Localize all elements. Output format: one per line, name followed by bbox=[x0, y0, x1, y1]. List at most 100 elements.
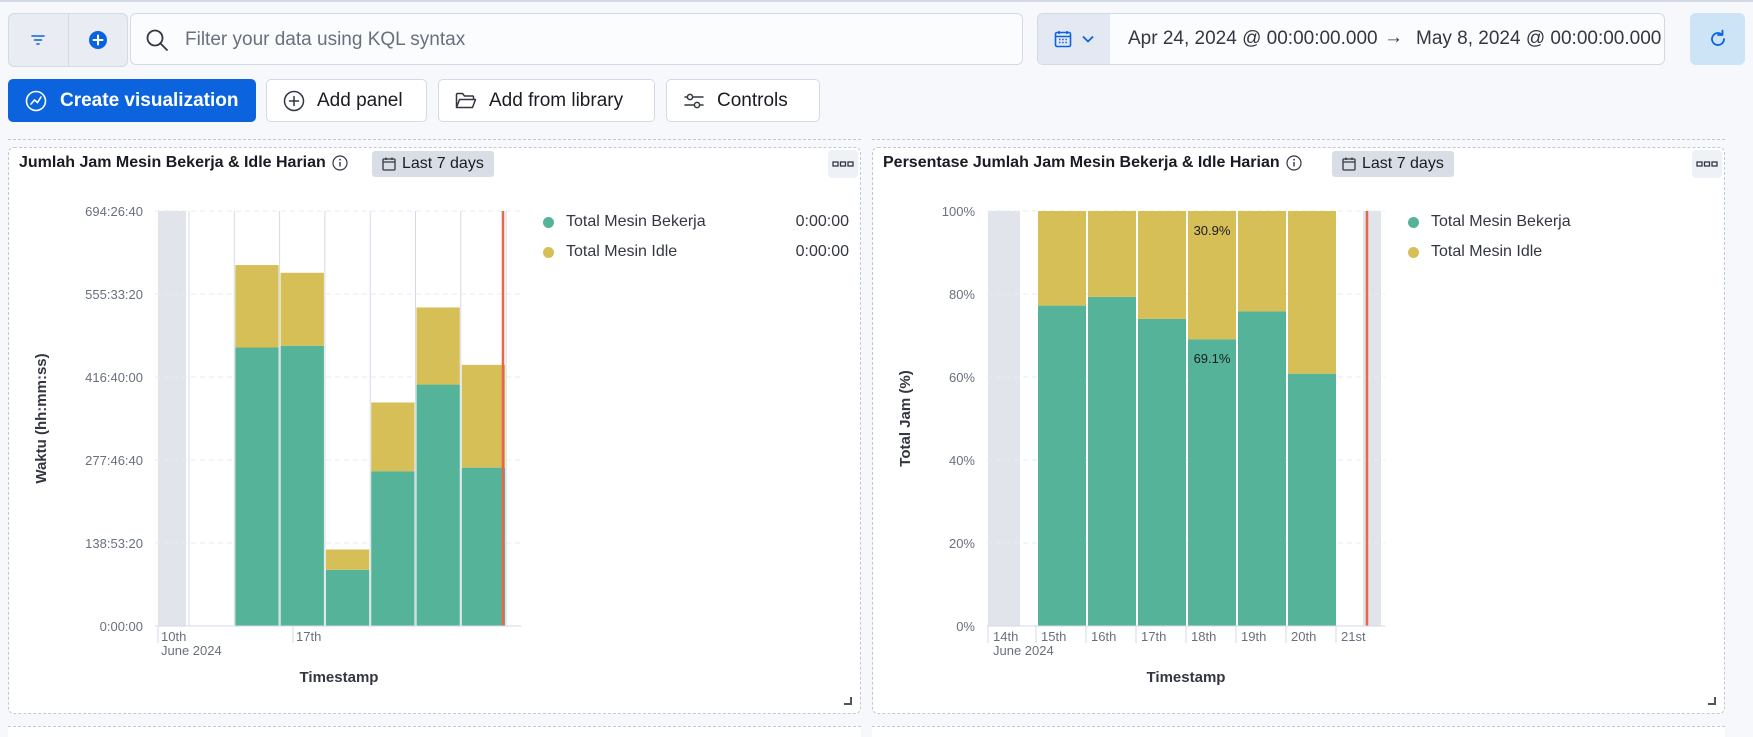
legend-swatch-working bbox=[543, 216, 554, 228]
legend-label: Total Mesin Idle bbox=[566, 243, 678, 260]
y-tick-label: 416:40:00 bbox=[85, 370, 143, 385]
panel-above-left-edge bbox=[8, 131, 861, 140]
x-tick-label: 21st bbox=[1341, 629, 1366, 644]
x-tick-label: 10th bbox=[161, 629, 186, 644]
shaded-range bbox=[988, 211, 1020, 626]
start-date[interactable]: Apr 24, 2024 @ 00:00:00.000 bbox=[1128, 28, 1378, 50]
controls-label: Controls bbox=[717, 89, 788, 111]
quick-menu-button[interactable] bbox=[1038, 14, 1110, 64]
x-tick-label: 19th bbox=[1241, 629, 1266, 644]
legend-value: 0:00:00 bbox=[795, 243, 849, 260]
add-filter-button[interactable] bbox=[67, 14, 128, 66]
bar-working bbox=[1138, 318, 1186, 626]
x-tick-label: 14th bbox=[993, 629, 1018, 644]
chevron-down-icon bbox=[1082, 35, 1094, 43]
chart-hours: 0:00:00 138:53:20 277:46:40 416:40:00 555:33… bbox=[33, 204, 521, 686]
data-label: 69.1% bbox=[1194, 351, 1231, 366]
bar-working bbox=[461, 467, 506, 626]
x-tick-sublabel: June 2024 bbox=[161, 643, 222, 658]
bar-idle bbox=[1088, 211, 1136, 297]
boxes-horizontal-icon bbox=[1696, 161, 1718, 167]
legend-item-working[interactable]: Total Mesin Bekerja 0:00:00 bbox=[543, 207, 849, 237]
y-axis-title: Waktu (hh:mm:ss) bbox=[33, 353, 50, 483]
bar-idle bbox=[1288, 211, 1336, 374]
bar-working bbox=[1188, 339, 1236, 626]
bar-working bbox=[416, 384, 460, 626]
x-tick-label: 15th bbox=[1041, 629, 1066, 644]
arrow-right-icon: → bbox=[1384, 27, 1403, 48]
bar-idle bbox=[416, 307, 460, 385]
y-tick-label: 555:33:20 bbox=[85, 287, 143, 302]
bar-idle bbox=[461, 364, 506, 468]
create-visualization-label: Create visualization bbox=[60, 89, 239, 111]
add-panel-label: Add panel bbox=[317, 89, 403, 111]
add-panel-button[interactable]: Add panel bbox=[266, 79, 427, 122]
y-tick-label: 138:53:20 bbox=[85, 536, 143, 551]
filter-menu-button[interactable] bbox=[9, 14, 68, 66]
folder-open-icon bbox=[455, 92, 477, 108]
legend-label: Total Mesin Bekerja bbox=[1431, 213, 1571, 230]
y-tick-label: 80% bbox=[949, 287, 975, 302]
date-picker: Apr 24, 2024 @ 00:00:00.000 → May 8, 202… bbox=[1037, 13, 1665, 65]
bar-idle bbox=[1138, 211, 1186, 319]
y-tick-label: 60% bbox=[949, 370, 975, 385]
bar-working bbox=[1238, 311, 1286, 626]
shaded-range bbox=[1363, 211, 1381, 626]
y-tick-label: 694:26:40 bbox=[85, 204, 143, 219]
panel-options-button[interactable] bbox=[828, 150, 858, 178]
bar-idle bbox=[1038, 211, 1086, 306]
visualize-app-icon bbox=[25, 90, 47, 111]
add-from-library-button[interactable]: Add from library bbox=[438, 79, 655, 122]
bar-working bbox=[1088, 296, 1136, 626]
y-tick-label: 0:00:00 bbox=[100, 619, 143, 634]
end-date[interactable]: May 8, 2024 @ 00:00:00.000 bbox=[1416, 28, 1661, 50]
resize-handle[interactable] bbox=[844, 697, 852, 705]
x-tick-label: 17th bbox=[296, 629, 321, 644]
legend-label: Total Mesin Idle bbox=[1431, 243, 1543, 260]
x-tick-sublabel: June 2024 bbox=[993, 643, 1054, 658]
y-tick-label: 40% bbox=[949, 453, 975, 468]
panel-working-idle-hours: Jumlah Jam Mesin Bekerja & Idle Harian L… bbox=[8, 147, 861, 714]
top-border bbox=[0, 0, 1753, 2]
bar-working bbox=[1288, 373, 1336, 626]
calendar-icon bbox=[1054, 31, 1072, 48]
panel-options-button[interactable] bbox=[1692, 150, 1722, 178]
x-tick-label: 18th bbox=[1191, 629, 1216, 644]
x-axis-title: Timestamp bbox=[300, 669, 379, 686]
bar-idle bbox=[325, 549, 370, 570]
query-bar: Apr 24, 2024 @ 00:00:00.000 → May 8, 202… bbox=[8, 13, 1745, 67]
add-from-library-label: Add from library bbox=[489, 89, 624, 111]
data-label: 30.9% bbox=[1194, 223, 1231, 238]
legend-swatch-idle bbox=[1408, 246, 1419, 258]
legend-value: 0:00:00 bbox=[795, 213, 849, 230]
resize-handle[interactable] bbox=[1708, 697, 1716, 705]
legend-item-idle[interactable]: Total Mesin Idle 0:00:00 bbox=[543, 237, 849, 267]
chart-legend: Total Mesin Bekerja 0:00:00 Total Mesin … bbox=[543, 207, 849, 267]
y-tick-label: 100% bbox=[942, 204, 976, 219]
create-visualization-button[interactable]: Create visualization bbox=[8, 79, 256, 122]
bar-working bbox=[280, 345, 324, 626]
y-tick-label: 277:46:40 bbox=[85, 453, 143, 468]
legend-label: Total Mesin Bekerja bbox=[566, 213, 706, 230]
chart-legend: Total Mesin Bekerja Total Mesin Idle bbox=[1408, 207, 1648, 267]
refresh-button[interactable] bbox=[1690, 13, 1745, 65]
bar-working bbox=[371, 471, 415, 626]
x-tick-label: 20th bbox=[1291, 629, 1316, 644]
bar-idle bbox=[1238, 211, 1286, 312]
legend-item-idle[interactable]: Total Mesin Idle bbox=[1408, 237, 1648, 267]
legend-swatch-working bbox=[1408, 216, 1419, 228]
x-tick-label: 16th bbox=[1091, 629, 1116, 644]
kql-search-input[interactable] bbox=[183, 14, 1007, 66]
controls-button[interactable]: Controls bbox=[666, 79, 820, 122]
shaded-range bbox=[158, 211, 186, 626]
legend-swatch-idle bbox=[543, 246, 554, 258]
panel-below-left-edge bbox=[8, 726, 861, 737]
boxes-horizontal-icon bbox=[832, 161, 854, 167]
bar-idle bbox=[280, 272, 324, 346]
query-button-group bbox=[8, 13, 128, 67]
panel-above-right-edge bbox=[872, 131, 1725, 140]
legend-item-working[interactable]: Total Mesin Bekerja bbox=[1408, 207, 1648, 237]
controls-icon bbox=[684, 93, 704, 108]
plus-in-circle-icon bbox=[283, 90, 305, 111]
chart-percentage: 0% 20% 40% 60% 80% 100% 30.9% 69.1% 14thJune 202… bbox=[897, 204, 1385, 686]
